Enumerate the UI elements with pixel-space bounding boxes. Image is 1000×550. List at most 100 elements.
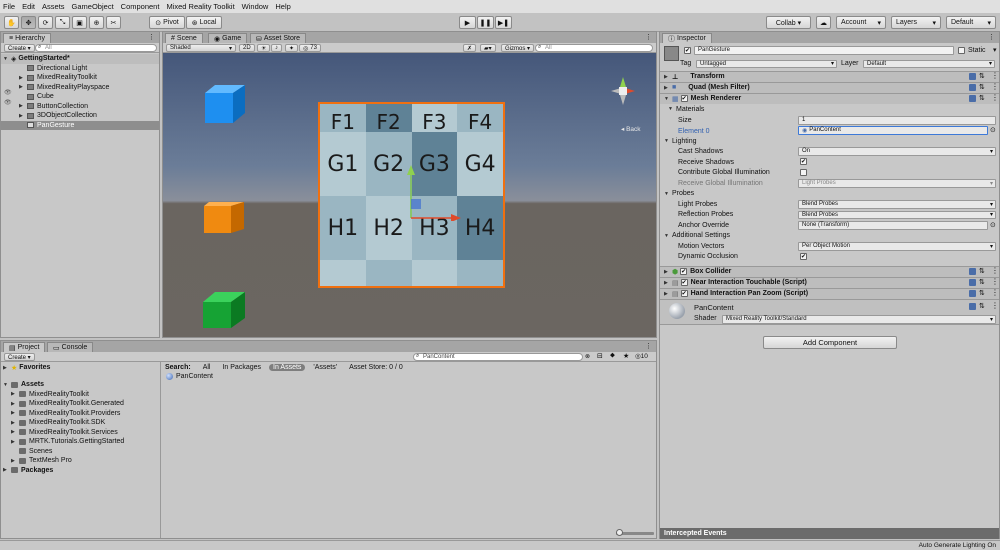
local-toggle[interactable]: ⊛ Local (186, 16, 222, 29)
scene-search-input[interactable]: All (535, 44, 653, 52)
component-box-collider[interactable]: ▶ ⬢ ✔ Box Collider (660, 266, 999, 277)
cloud-button[interactable]: ☁ (816, 16, 831, 29)
layer-dropdown[interactable]: Default ▾ (863, 59, 995, 68)
tab-game[interactable]: ◉ Game (208, 33, 248, 43)
element0-object-field[interactable]: ◉ PanContent (798, 126, 988, 135)
menu-edit[interactable]: Edit (22, 2, 35, 11)
tag-dropdown[interactable]: Untagged ▾ (696, 59, 837, 68)
folder-item[interactable]: ▶ MixedRealityToolkit.SDK (1, 418, 160, 428)
expand-arrow-icon[interactable]: ▶ (19, 103, 27, 109)
folder-item[interactable]: ▶ MixedRealityToolkit.Generated (1, 399, 160, 409)
orange-cube[interactable] (201, 201, 251, 237)
rect-tool-button[interactable]: ▣ (72, 16, 87, 29)
static-checkbox[interactable] (958, 47, 965, 54)
orientation-gizmo[interactable] (603, 69, 643, 113)
visibility-icon[interactable]: 👁 (4, 89, 12, 96)
play-button[interactable]: ▶ (459, 16, 476, 29)
transform-tool-button[interactable]: ⊕ (89, 16, 104, 29)
menu-mrtk[interactable]: Mixed Reality Toolkit (166, 2, 234, 11)
menu-gameobject[interactable]: GameObject (72, 2, 114, 11)
tab-scene[interactable]: # Scene (165, 33, 203, 43)
help-icon[interactable] (969, 303, 976, 310)
contribute-gi-checkbox[interactable] (800, 168, 807, 176)
scene-root-row[interactable]: ▼ ◈ GettingStarted* (1, 54, 159, 64)
move-gizmo[interactable] (401, 161, 463, 221)
expand-arrow-icon[interactable]: ▶ (19, 113, 27, 119)
scene-tools-button[interactable]: ✗ (463, 44, 477, 52)
collab-button[interactable]: Collab ▾ (766, 16, 811, 29)
filter-label-icon[interactable]: ⬥ (610, 352, 615, 360)
gizmos-dropdown[interactable]: Gizmos ▾ (501, 44, 535, 52)
project-create-button[interactable]: Create ▾ (4, 353, 35, 361)
light-probes-dropdown[interactable]: Blend Probes ▾ (798, 200, 996, 209)
preset-icon[interactable]: ⇅ (979, 302, 985, 310)
object-picker-icon[interactable]: ⊙ (990, 126, 996, 134)
panel-menu-icon[interactable]: ⋮ (645, 342, 652, 350)
shader-dropdown[interactable]: Mixed Reality Toolkit/Standard ▾ (722, 315, 996, 324)
packages-row[interactable]: ▶ Packages (1, 466, 160, 476)
component-menu-icon[interactable]: ⋮ (991, 277, 999, 286)
help-icon[interactable] (969, 95, 976, 102)
active-checkbox[interactable]: ✔ (684, 47, 691, 54)
help-icon[interactable] (969, 290, 976, 297)
lighting-toggle[interactable]: ☀ (257, 44, 271, 52)
motion-vectors-dropdown[interactable]: Per Object Motion ▾ (798, 242, 996, 251)
effects-toggle[interactable]: ✦ (285, 44, 299, 52)
folder-item[interactable]: ▶ MixedRealityToolkit.Services (1, 428, 160, 438)
component-enabled-checkbox[interactable]: ✔ (680, 95, 688, 103)
add-component-button[interactable]: Add Component (763, 336, 897, 349)
tab-hierarchy[interactable]: ≡ Hierarchy (3, 33, 52, 43)
component-menu-icon[interactable]: ⋮ (991, 71, 999, 80)
panel-menu-icon[interactable]: ⋮ (148, 33, 155, 41)
additional-settings-section[interactable]: ▼ Additional Settings (660, 231, 999, 242)
preset-icon[interactable]: ⇅ (979, 278, 985, 286)
favorites-row[interactable]: ▶ ★ Favorites (1, 363, 160, 373)
component-enabled-checkbox[interactable]: ✔ (680, 290, 688, 298)
hierarchy-item[interactable]: ▶ ButtonCollection (1, 102, 159, 112)
materials-size-field[interactable]: 1 (798, 116, 996, 125)
component-menu-icon[interactable]: ⋮ (991, 301, 999, 310)
hand-tool-button[interactable]: ✋ (4, 16, 19, 29)
component-mesh-renderer[interactable]: ▼ ▦ ✔ Mesh Renderer (660, 93, 999, 104)
pause-button[interactable]: ❚❚ (477, 16, 494, 29)
component-mesh-filter[interactable]: ▶ ■ Quad (Mesh Filter) (660, 82, 999, 93)
scene-viewport[interactable]: F1 F2 F3 F4 G1 G2 G3 G4 H1 H2 H3 H4 ◂ Ba… (163, 53, 656, 337)
intercepted-events-bar[interactable]: Intercepted Events (660, 528, 999, 539)
expand-arrow-icon[interactable]: ▶ (19, 75, 27, 81)
toggle-2d-button[interactable]: 2D (239, 44, 255, 52)
clear-search-icon[interactable]: ⊗ (585, 353, 590, 360)
rotate-tool-button[interactable]: ⟳ (38, 16, 53, 29)
hierarchy-item-selected[interactable]: PanGesture (1, 120, 159, 130)
cast-shadows-dropdown[interactable]: On ▾ (798, 147, 996, 156)
reflection-probes-dropdown[interactable]: Blend Probes ▾ (798, 210, 996, 219)
favorite-star-icon[interactable]: ★ (623, 352, 629, 360)
hierarchy-item[interactable]: ▶ MixedRealityToolkit (1, 73, 159, 83)
folder-item[interactable]: ▶ MixedRealityToolkit.Providers (1, 409, 160, 419)
scope-folder-tab[interactable]: 'Assets' (309, 364, 341, 371)
folder-item[interactable]: Scenes (1, 447, 160, 457)
component-enabled-checkbox[interactable]: ✔ (680, 268, 688, 276)
search-result-item[interactable]: PanContent (166, 372, 366, 382)
menu-component[interactable]: Component (121, 2, 160, 11)
account-dropdown[interactable]: Account ▾ (836, 16, 886, 29)
tab-asset-store[interactable]: ⛁ Asset Store (250, 33, 307, 43)
scope-asset-store-tab[interactable]: Asset Store: 0 / 0 (345, 364, 407, 371)
scale-tool-button[interactable]: ⤡ (55, 16, 70, 29)
assets-row[interactable]: ▼ Assets (1, 380, 160, 390)
hierarchy-item[interactable]: Directional Light (1, 64, 159, 74)
menu-assets[interactable]: Assets (42, 2, 65, 11)
folder-item[interactable]: ▶ TextMesh Pro (1, 456, 160, 466)
help-icon[interactable] (969, 84, 976, 91)
scope-assets-tab[interactable]: In Assets (269, 363, 306, 371)
tab-project[interactable]: ▤ Project (3, 342, 46, 352)
component-menu-icon[interactable]: ⋮ (991, 93, 999, 102)
layout-dropdown[interactable]: Default ▾ (946, 16, 996, 29)
component-menu-icon[interactable]: ⋮ (991, 82, 999, 91)
hierarchy-item[interactable]: ▶ 3DObjectCollection (1, 111, 159, 121)
help-icon[interactable] (969, 268, 976, 275)
blue-cube[interactable] (201, 83, 251, 131)
component-near-interaction[interactable]: ▶ ▤ ✔ Near Interaction Touchable (Script) (660, 277, 999, 288)
custom-tool-button[interactable]: ✂ (106, 16, 121, 29)
probes-section[interactable]: ▼ Probes (660, 189, 999, 200)
layers-dropdown[interactable]: Layers ▾ (891, 16, 941, 29)
